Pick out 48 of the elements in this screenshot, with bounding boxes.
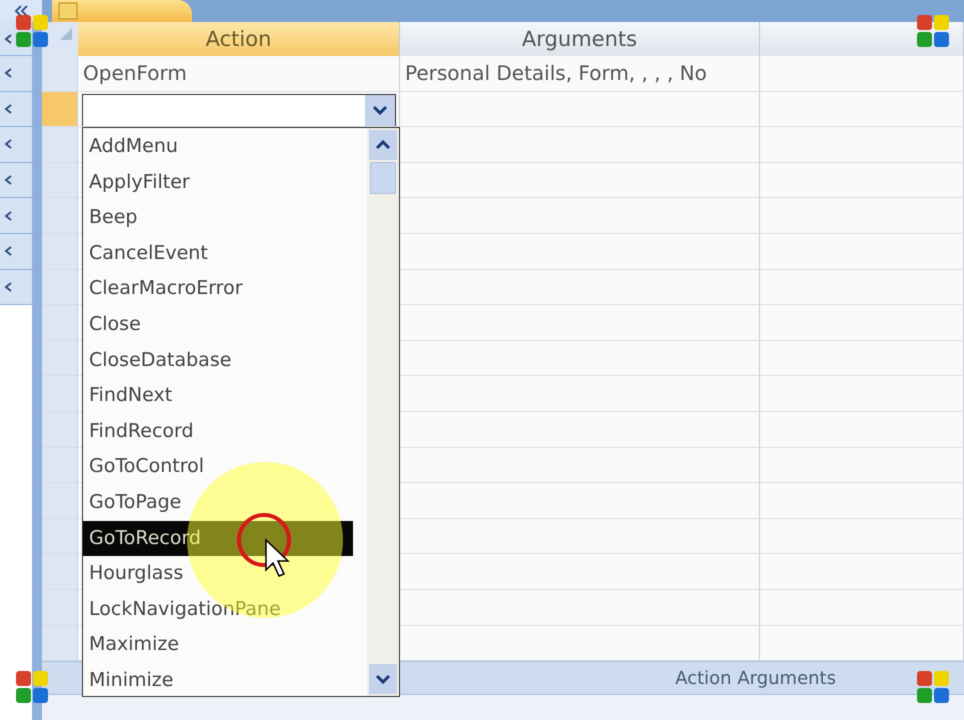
scroll-thumb[interactable] xyxy=(370,162,396,194)
expand-icon[interactable] xyxy=(3,210,13,222)
row-selector[interactable] xyxy=(42,626,78,660)
dropdown-item[interactable]: Minimize xyxy=(83,662,353,698)
expand-icon[interactable] xyxy=(3,67,13,80)
column-header[interactable]: Arguments xyxy=(400,22,760,56)
row-selector[interactable] xyxy=(42,162,78,198)
click-ring-overlay xyxy=(237,513,291,567)
row-selector[interactable] xyxy=(42,305,78,340)
row-selector[interactable] xyxy=(42,554,78,589)
row-selector[interactable] xyxy=(42,56,78,91)
expand-icon[interactable] xyxy=(3,102,13,115)
expand-icon[interactable] xyxy=(3,174,13,186)
collapse-icon[interactable] xyxy=(14,5,28,17)
document-tab[interactable] xyxy=(52,0,192,22)
window-handle-icon[interactable] xyxy=(15,670,49,704)
expand-icon[interactable] xyxy=(3,32,13,44)
column-header[interactable]: Action xyxy=(78,22,400,56)
row-selector[interactable] xyxy=(42,590,78,624)
expand-icon[interactable] xyxy=(3,138,13,150)
table-cell: Personal Details, Form, , , , No xyxy=(400,56,760,91)
row-selector[interactable] xyxy=(42,92,78,126)
expand-icon[interactable] xyxy=(3,245,13,258)
caret-up-icon xyxy=(375,139,391,151)
row-selector[interactable] xyxy=(42,127,78,162)
row-selector[interactable] xyxy=(42,234,78,269)
table-cell: OpenForm xyxy=(78,56,400,91)
row-selector[interactable] xyxy=(42,270,78,304)
window-handle-icon[interactable] xyxy=(916,14,950,48)
row-selector[interactable] xyxy=(42,448,78,482)
expand-icon[interactable] xyxy=(3,280,13,293)
row-selector[interactable] xyxy=(42,412,78,447)
macro-icon xyxy=(58,2,78,20)
row-selector[interactable] xyxy=(42,483,78,518)
scroll-down-button[interactable] xyxy=(369,664,397,694)
caret-down-icon xyxy=(375,673,391,685)
row-selector[interactable] xyxy=(42,376,78,411)
row-selector[interactable] xyxy=(42,340,78,376)
pointer-icon xyxy=(265,538,290,577)
row-selector[interactable] xyxy=(42,518,78,554)
scrollbar[interactable] xyxy=(367,128,399,696)
select-all-icon[interactable] xyxy=(58,26,74,42)
caret-down-icon[interactable] xyxy=(372,104,388,116)
window-handle-icon[interactable] xyxy=(15,14,49,48)
row-selector[interactable] xyxy=(42,198,78,233)
action-combo-field[interactable] xyxy=(82,94,396,126)
window-handle-icon[interactable] xyxy=(916,670,950,704)
scroll-up-button[interactable] xyxy=(369,130,397,160)
